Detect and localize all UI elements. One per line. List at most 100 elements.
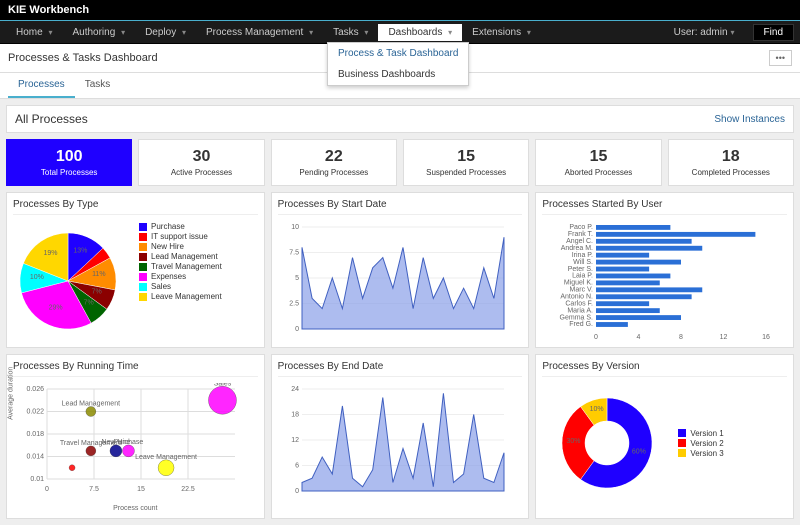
stat-card[interactable]: 22Pending Processes xyxy=(271,139,397,186)
area-chart: 06121824 xyxy=(278,383,508,503)
x-axis-label: Process count xyxy=(13,505,258,512)
svg-text:0.022: 0.022 xyxy=(26,409,44,416)
svg-text:Lead Management: Lead Management xyxy=(62,401,120,408)
stat-number: 100 xyxy=(11,148,127,166)
svg-text:16: 16 xyxy=(762,334,770,341)
legend-item: Version 2 xyxy=(678,439,723,448)
stat-label: Aborted Processes xyxy=(540,168,656,177)
panel-processes-by-running-time: Processes By Running Time Average durati… xyxy=(6,354,265,519)
bar-chart: Paco P.Frank T.Angel C.Andrea M.Irina P.… xyxy=(542,221,772,341)
svg-text:7%: 7% xyxy=(84,299,94,306)
svg-text:12: 12 xyxy=(720,334,728,341)
find-button[interactable]: Find xyxy=(753,24,794,41)
menu-home[interactable]: Home ▾ xyxy=(6,24,62,41)
svg-text:10%: 10% xyxy=(30,274,44,281)
panel-title: Processes Started By User xyxy=(542,199,787,215)
tab-tasks[interactable]: Tasks xyxy=(75,73,121,98)
svg-text:10: 10 xyxy=(291,224,299,231)
menu-authoring[interactable]: Authoring ▾ xyxy=(62,24,135,41)
svg-text:0: 0 xyxy=(594,334,598,341)
svg-text:Fred G.: Fred G. xyxy=(570,321,594,328)
page-title: All Processes xyxy=(15,112,88,126)
page-crumb: Processes & Tasks Dashboard xyxy=(8,52,158,64)
menu-process-management[interactable]: Process Management ▾ xyxy=(196,24,323,41)
legend-item: New Hire xyxy=(139,242,222,251)
area-chart: 02.557.510 xyxy=(278,221,508,341)
svg-text:7.5: 7.5 xyxy=(89,486,99,493)
show-instances-link[interactable]: Show Instances xyxy=(714,114,785,125)
svg-text:22.5: 22.5 xyxy=(181,486,195,493)
svg-text:19%: 19% xyxy=(43,250,57,257)
legend-item: Leave Management xyxy=(139,292,222,301)
panel-title: Processes By Type xyxy=(13,199,258,215)
svg-text:13%: 13% xyxy=(73,247,87,254)
panel-processes-by-end-date: Processes By End Date 06121824 xyxy=(271,354,530,519)
chevron-down-icon: ▾ xyxy=(182,28,186,37)
panel-title: Processes By End Date xyxy=(278,361,523,377)
chevron-down-icon: ▾ xyxy=(527,28,531,37)
svg-text:8: 8 xyxy=(679,334,683,341)
chevron-down-icon: ▾ xyxy=(448,28,452,37)
chevron-down-icon: ▾ xyxy=(48,28,52,37)
y-axis-label: Average duration xyxy=(8,367,15,420)
svg-text:24: 24 xyxy=(291,386,299,393)
svg-text:7.5: 7.5 xyxy=(289,250,299,257)
menu-tasks[interactable]: Tasks ▾ xyxy=(323,24,378,41)
stat-card[interactable]: 100Total Processes xyxy=(6,139,132,186)
svg-text:12: 12 xyxy=(291,437,299,444)
stat-number: 15 xyxy=(540,148,656,166)
stat-number: 15 xyxy=(408,148,524,166)
panel-processes-by-user: Processes Started By User Paco P.Frank T… xyxy=(535,192,794,348)
legend-item: Sales xyxy=(139,282,222,291)
svg-text:29%: 29% xyxy=(49,305,63,312)
svg-text:2.5: 2.5 xyxy=(289,301,299,308)
tab-processes[interactable]: Processes xyxy=(8,73,75,98)
app-title: KIE Workbench xyxy=(0,0,800,21)
stat-label: Active Processes xyxy=(143,168,259,177)
user-menu[interactable]: User: admin▾ xyxy=(664,24,745,41)
svg-text:0: 0 xyxy=(295,488,299,495)
dropdown-item[interactable]: Business Dashboards xyxy=(328,64,468,85)
panel-processes-by-start-date: Processes By Start Date 02.557.510 xyxy=(271,192,530,348)
legend-item: IT support issue xyxy=(139,232,222,241)
legend: PurchaseIT support issueNew HireLead Man… xyxy=(139,221,222,341)
legend-item: Travel Management xyxy=(139,262,222,271)
svg-text:0.026: 0.026 xyxy=(26,386,44,393)
stat-card[interactable]: 15 Aborted Processes xyxy=(535,139,661,186)
svg-text:15: 15 xyxy=(137,486,145,493)
stat-label: Pending Processes xyxy=(276,168,392,177)
page-header: All Processes Show Instances xyxy=(6,105,794,133)
stat-card[interactable]: 15 Suspended Processes xyxy=(403,139,529,186)
menu-dashboards[interactable]: Dashboards ▾ xyxy=(378,24,462,41)
panel-title: Processes By Running Time xyxy=(13,361,258,377)
legend-item: Lead Management xyxy=(139,252,222,261)
stat-label: Suspended Processes xyxy=(408,168,524,177)
menu-extensions[interactable]: Extensions ▾ xyxy=(462,24,541,41)
dashboards-dropdown: Process & Task DashboardBusiness Dashboa… xyxy=(327,42,469,86)
stat-card[interactable]: 18Completed Processes xyxy=(668,139,794,186)
chevron-down-icon: ▾ xyxy=(364,28,368,37)
svg-text:0.018: 0.018 xyxy=(26,431,44,438)
svg-text:7%: 7% xyxy=(92,288,102,295)
svg-text:0.014: 0.014 xyxy=(26,454,44,461)
svg-text:11%: 11% xyxy=(92,271,106,278)
chevron-down-icon: ▾ xyxy=(309,28,313,37)
menubar: Home ▾Authoring ▾Deploy ▾Process Managem… xyxy=(0,21,800,44)
svg-text:Purchase: Purchase xyxy=(114,439,144,446)
scatter-chart: 07.51522.50.010.0140.0180.0220.026Lead M… xyxy=(13,383,243,493)
svg-text:5: 5 xyxy=(295,275,299,282)
stat-number: 30 xyxy=(143,148,259,166)
svg-text:30%: 30% xyxy=(567,438,581,445)
chevron-down-icon: ▾ xyxy=(731,28,735,37)
svg-text:10%: 10% xyxy=(590,406,604,413)
svg-text:0.01: 0.01 xyxy=(30,476,44,483)
stat-card[interactable]: 30 Active Processes xyxy=(138,139,264,186)
settings-icon[interactable]: ••• xyxy=(769,50,792,66)
legend-item: Expenses xyxy=(139,272,222,281)
chevron-down-icon: ▾ xyxy=(121,28,125,37)
menu-deploy[interactable]: Deploy ▾ xyxy=(135,24,196,41)
panel-processes-by-type: Processes By Type 13% 11% 7% 7% 29% 10% 19% Pu… xyxy=(6,192,265,348)
pie-chart: 13% 11% 7% 7% 29% 10% 19% xyxy=(13,221,133,341)
dropdown-item[interactable]: Process & Task Dashboard xyxy=(328,43,468,64)
stats-row: 100Total Processes 30 Active Processes 22Pe… xyxy=(6,139,794,186)
